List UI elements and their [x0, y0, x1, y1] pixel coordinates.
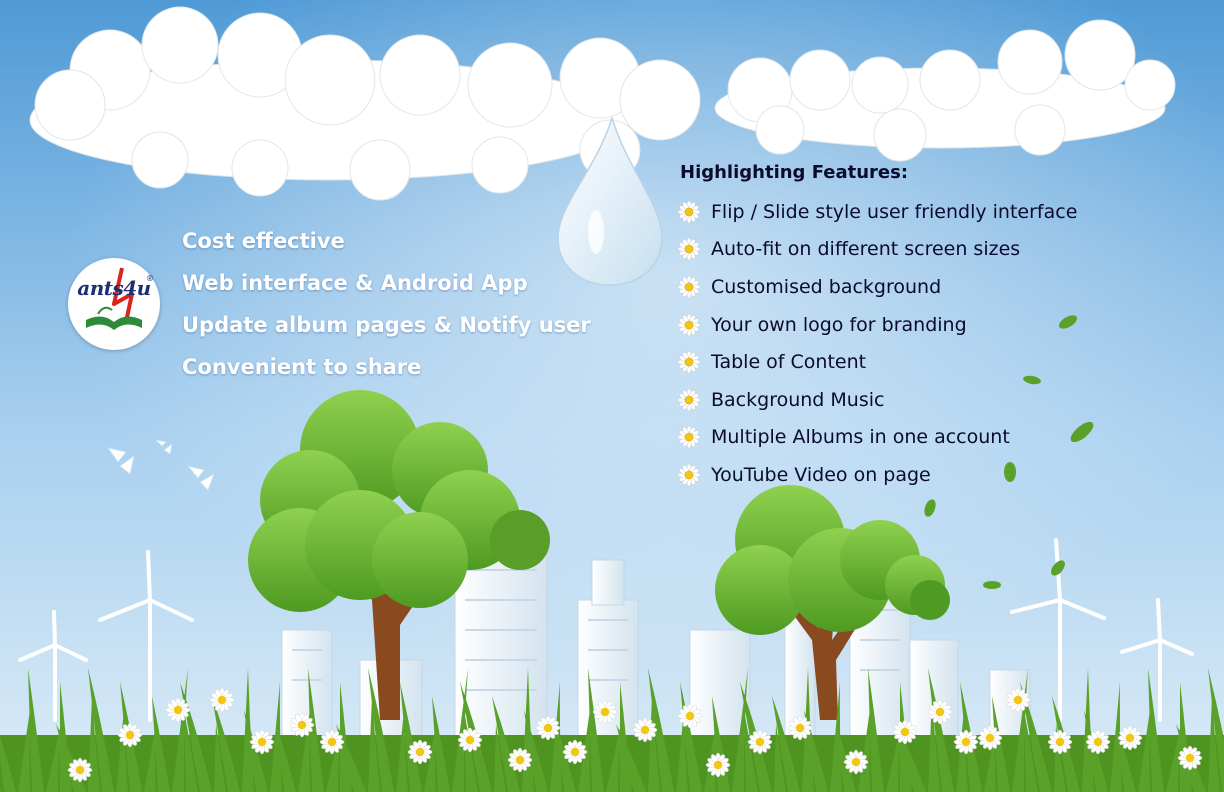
feature-label: Auto-fit on different screen sizes: [711, 238, 1021, 261]
feature-item: YouTube Video on page: [678, 456, 1077, 494]
feature-label: Flip / Slide style user friendly interfa…: [711, 200, 1078, 223]
daisy-icon: [678, 426, 711, 449]
feature-item: Flip / Slide style user friendly interfa…: [678, 193, 1077, 231]
feature-label: Your own logo for branding: [711, 313, 967, 336]
benefit-item: Update album pages & Notify user: [182, 313, 591, 337]
feature-label: Multiple Albums in one account: [711, 426, 1010, 449]
feature-item: Background Music: [678, 381, 1077, 419]
feature-label: YouTube Video on page: [711, 463, 931, 486]
daisy-icon: [678, 313, 711, 336]
features-list: Flip / Slide style user friendly interfa…: [678, 193, 1077, 494]
feature-item: Your own logo for branding: [678, 306, 1077, 344]
feature-label: Background Music: [711, 388, 885, 411]
logo-mark: [86, 267, 142, 330]
benefits-list: Cost effective Web interface & Android A…: [182, 226, 591, 394]
feature-label: Table of Content: [711, 351, 867, 374]
benefit-item: Cost effective: [182, 229, 345, 253]
daisy-icon: [678, 238, 711, 261]
features-title: Highlighting Features:: [680, 162, 909, 183]
daisy-icon: [678, 388, 711, 411]
feature-item: Customised background: [678, 268, 1077, 306]
feature-item: Multiple Albums in one account: [678, 419, 1077, 457]
benefit-item: Convenient to share: [182, 355, 422, 379]
brand-logo[interactable]: ants4u ®: [68, 258, 160, 350]
feature-item: Table of Content: [678, 343, 1077, 381]
daisy-icon: [678, 275, 711, 298]
benefit-item: Web interface & Android App: [182, 271, 528, 295]
feature-label: Customised background: [711, 275, 942, 298]
registered-mark: ®: [146, 274, 154, 283]
daisy-icon: [678, 463, 711, 486]
feature-item: Auto-fit on different screen sizes: [678, 231, 1077, 269]
daisy-icon: [678, 351, 711, 374]
daisy-icon: [678, 200, 711, 223]
